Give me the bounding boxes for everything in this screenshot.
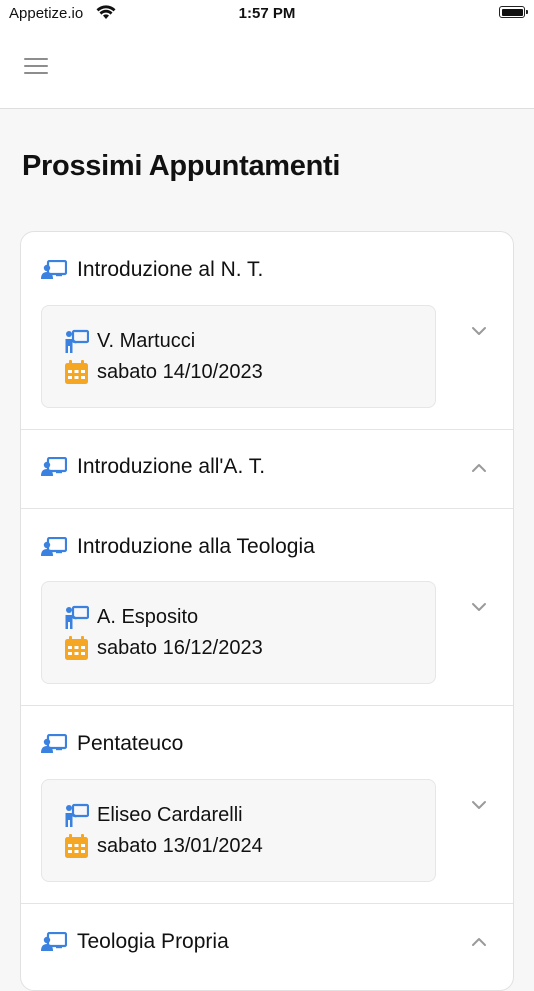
course-title: Pentateuco xyxy=(77,732,184,755)
appointment-date: sabato 16/12/2023 xyxy=(97,637,263,659)
chevron-down-icon[interactable] xyxy=(469,321,489,341)
accordion-item[interactable]: Pentateuco Eliseo Cardarelli sabato 13/0… xyxy=(21,706,513,904)
accordion-header[interactable]: Introduzione alla Teologia xyxy=(41,532,315,562)
calendar-icon xyxy=(65,636,88,660)
course-title: Introduzione all'A. T. xyxy=(77,455,266,478)
course-teacher-icon xyxy=(41,537,67,556)
appointment-date: sabato 14/10/2023 xyxy=(97,361,263,383)
teacher-name: Eliseo Cardarelli xyxy=(97,804,243,826)
teacher-icon xyxy=(65,329,89,353)
course-teacher-icon xyxy=(41,932,67,951)
hamburger-menu-icon[interactable] xyxy=(24,58,48,76)
teacher-row: V. Martucci xyxy=(64,329,195,354)
course-teacher-icon xyxy=(41,734,67,753)
accordion-header[interactable]: Pentateuco xyxy=(41,729,183,759)
appointment-details: Eliseo Cardarelli sabato 13/01/2024 xyxy=(41,779,436,882)
accordion-item[interactable]: Introduzione all'A. T. xyxy=(21,430,513,509)
course-teacher-icon xyxy=(41,260,67,279)
chevron-down-icon[interactable] xyxy=(469,597,489,617)
appointments-accordion: Introduzione al N. T. V. Martucci sabato… xyxy=(20,231,514,991)
clock-time: 1:57 PM xyxy=(238,5,296,22)
chevron-down-icon[interactable] xyxy=(469,795,489,815)
teacher-name: V. Martucci xyxy=(97,330,196,352)
teacher-row: A. Esposito xyxy=(64,605,198,630)
calendar-icon xyxy=(65,360,88,384)
chevron-up-icon[interactable] xyxy=(469,932,489,952)
app-header xyxy=(0,28,534,109)
date-row: sabato 13/01/2024 xyxy=(64,834,263,859)
accordion-item[interactable]: Introduzione alla Teologia A. Esposito s… xyxy=(21,509,513,706)
course-title: Introduzione alla Teologia xyxy=(77,535,315,558)
date-row: sabato 14/10/2023 xyxy=(64,360,263,385)
accordion-header[interactable]: Teologia Propria xyxy=(41,927,229,957)
page-title: Prossimi Appuntamenti xyxy=(22,150,341,182)
teacher-row: Eliseo Cardarelli xyxy=(64,803,243,828)
teacher-name: A. Esposito xyxy=(97,606,199,628)
status-bar: Appetize.io 1:57 PM xyxy=(0,0,534,28)
appointment-details: V. Martucci sabato 14/10/2023 xyxy=(41,305,436,408)
date-row: sabato 16/12/2023 xyxy=(64,636,263,661)
teacher-icon xyxy=(65,803,89,827)
calendar-icon xyxy=(65,834,88,858)
course-title: Introduzione al N. T. xyxy=(77,258,264,281)
teacher-icon xyxy=(65,605,89,629)
accordion-header[interactable]: Introduzione al N. T. xyxy=(41,255,263,285)
appointment-date: sabato 13/01/2024 xyxy=(97,835,263,857)
chevron-up-icon[interactable] xyxy=(469,458,489,478)
accordion-item[interactable]: Introduzione al N. T. V. Martucci sabato… xyxy=(21,232,513,430)
accordion-item[interactable]: Teologia Propria xyxy=(21,904,513,990)
course-title: Teologia Propria xyxy=(77,930,229,953)
course-teacher-icon xyxy=(41,457,67,476)
accordion-header[interactable]: Introduzione all'A. T. xyxy=(41,452,265,482)
battery-icon xyxy=(499,6,528,18)
appointment-details: A. Esposito sabato 16/12/2023 xyxy=(41,581,436,684)
